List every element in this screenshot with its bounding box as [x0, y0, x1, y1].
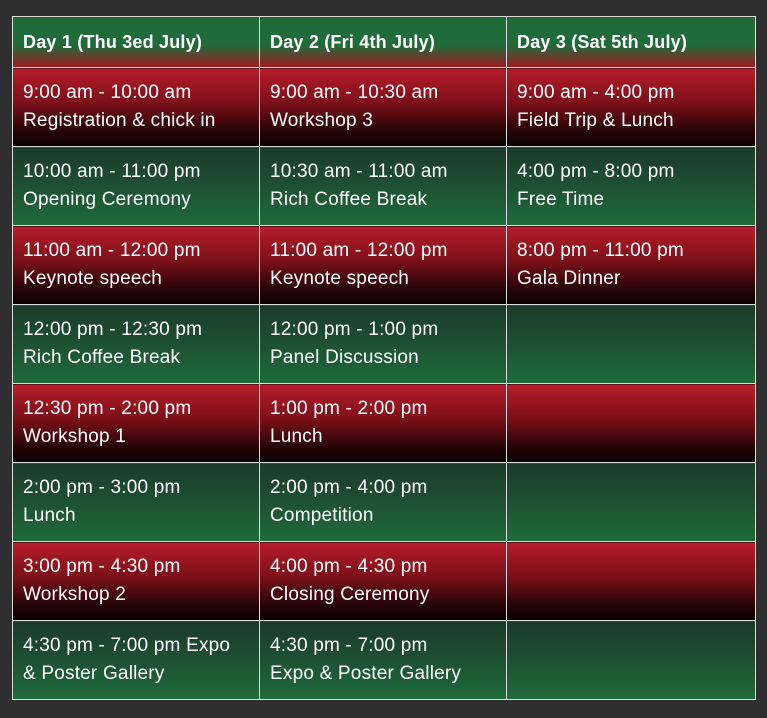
- session-time: 10:00 am - 11:00 pm: [23, 161, 201, 182]
- session-title: Field Trip & Lunch: [517, 110, 674, 131]
- schedule-cell-day-3: [506, 541, 756, 621]
- session-title: Opening Ceremony: [23, 189, 191, 210]
- schedule-cell-day-2: 4:30 pm - 7:00 pm Expo & Poster Gallery: [259, 620, 507, 700]
- schedule-cell-day-2: 9:00 am - 10:30 am Workshop 3: [259, 67, 507, 147]
- schedule-row: 9:00 am - 10:00 am Registration & chick i…: [12, 67, 756, 147]
- schedule-cell-day-2: 11:00 am - 12:00 pm Keynote speech: [259, 225, 507, 305]
- session-time: 9:00 am - 10:30 am: [270, 82, 439, 103]
- schedule-cell-day-1: 2:00 pm - 3:00 pm Lunch: [12, 462, 260, 542]
- day-1-header: Day 1 (Thu 3ed July): [12, 16, 260, 68]
- session-title: Free Time: [517, 189, 605, 210]
- schedule-row: 12:30 pm - 2:00 pm Workshop 1 1:00 pm - 2:…: [12, 383, 756, 463]
- schedule-cell-day-2: 10:30 am - 11:00 am Rich Coffee Break: [259, 146, 507, 226]
- session-title: Workshop 3: [270, 110, 374, 131]
- schedule-cell-day-1: 10:00 am - 11:00 pm Opening Ceremony: [12, 146, 260, 226]
- session-title: Registration & chick in: [23, 110, 216, 131]
- session-time: 4:30 pm - 7:00 pm: [270, 635, 428, 656]
- schedule-row: 10:00 am - 11:00 pm Opening Ceremony 10:30…: [12, 146, 756, 226]
- session-title: Panel Discussion: [270, 347, 419, 368]
- session-time: 12:00 pm - 12:30 pm: [23, 319, 203, 340]
- session-title: Lunch: [270, 426, 323, 447]
- session-title: Workshop 1: [23, 426, 127, 447]
- session-title: Workshop 2: [23, 584, 127, 605]
- session-title: & Poster Gallery: [23, 663, 165, 684]
- session-title: Gala Dinner: [517, 268, 621, 289]
- session-title: Closing Ceremony: [270, 584, 430, 605]
- session-time: 11:00 am - 12:00 pm: [270, 240, 448, 261]
- schedule-cell-day-3: 9:00 am - 4:00 pm Field Trip & Lunch: [506, 67, 756, 147]
- session-time: 12:00 pm - 1:00 pm: [270, 319, 439, 340]
- session-time: 10:30 am - 11:00 am: [270, 161, 448, 182]
- session-title: Competition: [270, 505, 374, 526]
- day-3-header: Day 3 (Sat 5th July): [506, 16, 756, 68]
- schedule-cell-day-1: 3:00 pm - 4:30 pm Workshop 2: [12, 541, 260, 621]
- session-time: 3:00 pm - 4:30 pm: [23, 556, 181, 577]
- schedule-cell-day-1: 11:00 am - 12:00 pm Keynote speech: [12, 225, 260, 305]
- session-time: 12:30 pm - 2:00 pm: [23, 398, 192, 419]
- session-title: Expo & Poster Gallery: [270, 663, 462, 684]
- schedule-cell-day-2: 12:00 pm - 1:00 pm Panel Discussion: [259, 304, 507, 384]
- session-title: Lunch: [23, 505, 76, 526]
- session-time: 4:00 pm - 4:30 pm: [270, 556, 428, 577]
- schedule-cell-day-3: [506, 383, 756, 463]
- session-time: 1:00 pm - 2:00 pm: [270, 398, 428, 419]
- schedule-cell-day-2: 1:00 pm - 2:00 pm Lunch: [259, 383, 507, 463]
- session-title: Rich Coffee Break: [23, 347, 181, 368]
- schedule-cell-day-3: [506, 620, 756, 700]
- schedule-cell-day-1: 12:30 pm - 2:00 pm Workshop 1: [12, 383, 260, 463]
- schedule-cell-day-3: [506, 304, 756, 384]
- session-title: Keynote speech: [270, 268, 410, 289]
- schedule-row: 4:30 pm - 7:00 pm Expo & Poster Gallery 4:…: [12, 620, 756, 700]
- day-2-header: Day 2 (Fri 4th July): [259, 16, 507, 68]
- schedule-cell-day-1: 9:00 am - 10:00 am Registration & chick i…: [12, 67, 260, 147]
- session-time: 4:30 pm - 7:00 pm Expo: [23, 635, 231, 656]
- schedule-body: 9:00 am - 10:00 am Registration & chick i…: [12, 67, 756, 700]
- schedule-row: 2:00 pm - 3:00 pm Lunch 2:00 pm - 4:00 pm C…: [12, 462, 756, 542]
- schedule-table: Day 1 (Thu 3ed July) Day 2 (Fri 4th July…: [12, 16, 756, 700]
- schedule-row: 12:00 pm - 12:30 pm Rich Coffee Break 12:0…: [12, 304, 756, 384]
- session-time: 2:00 pm - 3:00 pm: [23, 477, 181, 498]
- session-title: Keynote speech: [23, 268, 163, 289]
- schedule-row: 11:00 am - 12:00 pm Keynote speech 11:00 a…: [12, 225, 756, 305]
- schedule-cell-day-1: 4:30 pm - 7:00 pm Expo & Poster Gallery: [12, 620, 260, 700]
- session-time: 8:00 pm - 11:00 pm: [517, 240, 684, 261]
- schedule-cell-day-3: 8:00 pm - 11:00 pm Gala Dinner: [506, 225, 756, 305]
- schedule-cell-day-2: 4:00 pm - 4:30 pm Closing Ceremony: [259, 541, 507, 621]
- session-time: 11:00 am - 12:00 pm: [23, 240, 201, 261]
- schedule-cell-day-3: 4:00 pm - 8:00 pm Free Time: [506, 146, 756, 226]
- schedule-cell-day-3: [506, 462, 756, 542]
- header-row: Day 1 (Thu 3ed July) Day 2 (Fri 4th July…: [12, 16, 756, 68]
- schedule-cell-day-2: 2:00 pm - 4:00 pm Competition: [259, 462, 507, 542]
- session-title: Rich Coffee Break: [270, 189, 428, 210]
- session-time: 9:00 am - 10:00 am: [23, 82, 192, 103]
- session-time: 9:00 am - 4:00 pm: [517, 82, 675, 103]
- schedule-cell-day-1: 12:00 pm - 12:30 pm Rich Coffee Break: [12, 304, 260, 384]
- session-time: 2:00 pm - 4:00 pm: [270, 477, 428, 498]
- session-time: 4:00 pm - 8:00 pm: [517, 161, 675, 182]
- schedule-row: 3:00 pm - 4:30 pm Workshop 2 4:00 pm - 4:3…: [12, 541, 756, 621]
